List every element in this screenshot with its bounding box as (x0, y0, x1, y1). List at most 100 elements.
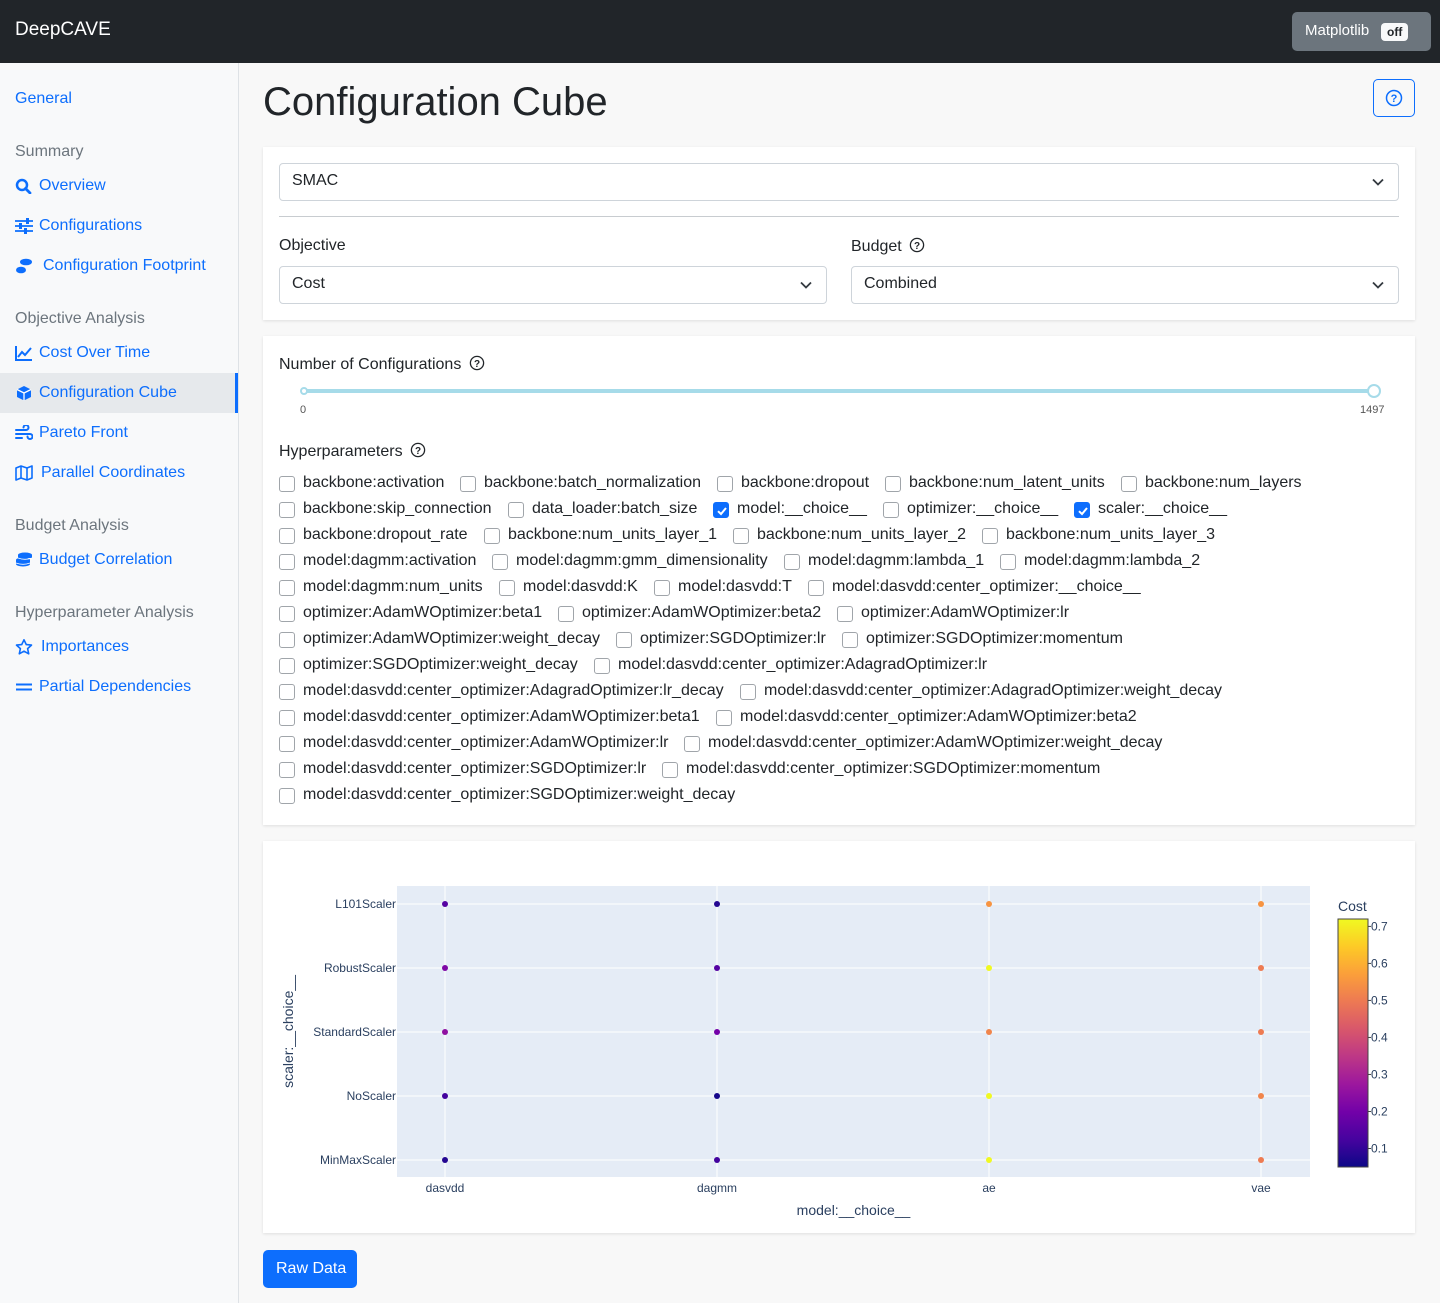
raw-data-button[interactable]: Raw Data (263, 1250, 357, 1288)
hyperparameter-checkbox[interactable]: optimizer:AdamWOptimizer:beta1 (279, 604, 542, 624)
checkbox-checked[interactable] (1074, 502, 1090, 518)
sidebar-item-parallel-coordinates[interactable]: Parallel Coordinates (0, 453, 238, 493)
checkbox-unchecked[interactable] (662, 762, 678, 778)
checkbox-unchecked[interactable] (684, 736, 700, 752)
hyperparameter-checkbox[interactable]: model:dasvdd:center_optimizer:SGDOptimiz… (279, 760, 646, 780)
checkbox-unchecked[interactable] (883, 502, 899, 518)
checkbox-unchecked[interactable] (279, 684, 295, 700)
checkbox-unchecked[interactable] (484, 528, 500, 544)
checkbox-unchecked[interactable] (279, 788, 295, 804)
checkbox-unchecked[interactable] (279, 476, 295, 492)
checkbox-unchecked[interactable] (842, 632, 858, 648)
hyperparameter-checkbox[interactable]: model:dasvdd:center_optimizer:AdagradOpt… (279, 682, 724, 702)
hyperparameter-checkbox[interactable]: model:dagmm:lambda_1 (784, 552, 984, 572)
hyperparameter-checkbox[interactable]: optimizer:AdamWOptimizer:weight_decay (279, 630, 600, 650)
sidebar-item-configurations[interactable]: Configurations (0, 206, 238, 246)
hyperparameter-checkbox[interactable]: backbone:dropout_rate (279, 526, 468, 546)
help-button[interactable]: ? (1373, 79, 1415, 117)
checkbox-unchecked[interactable] (492, 554, 508, 570)
sidebar-item-pareto-front[interactable]: Pareto Front (0, 413, 238, 453)
hyperparameter-checkbox[interactable]: model:dagmm:num_units (279, 578, 483, 598)
checkbox-unchecked[interactable] (808, 580, 824, 596)
sidebar-item-overview[interactable]: Overview (0, 166, 238, 206)
checkbox-unchecked[interactable] (885, 476, 901, 492)
checkbox-unchecked[interactable] (654, 580, 670, 596)
hyperparameter-checkbox[interactable]: backbone:batch_normalization (460, 474, 701, 494)
hyperparameter-checkbox[interactable]: model:dasvdd:center_optimizer:__choice__ (808, 578, 1141, 598)
objective-select[interactable]: Cost (279, 266, 827, 304)
question-circle-icon[interactable]: ? (469, 355, 485, 371)
hyperparameter-checkbox[interactable]: optimizer:AdamWOptimizer:lr (837, 604, 1069, 624)
question-circle-icon[interactable]: ? (410, 442, 426, 458)
hyperparameter-checkbox[interactable]: backbone:num_units_layer_3 (982, 526, 1215, 546)
checkbox-unchecked[interactable] (499, 580, 515, 596)
checkbox-unchecked[interactable] (1000, 554, 1016, 570)
n-configs-slider-handle[interactable] (1367, 384, 1381, 398)
checkbox-checked[interactable] (713, 502, 729, 518)
hyperparameter-checkbox[interactable]: model:dasvdd:center_optimizer:AdamWOptim… (684, 734, 1162, 754)
hyperparameter-checkbox[interactable]: optimizer:AdamWOptimizer:beta2 (558, 604, 821, 624)
sidebar-item-configuration-cube[interactable]: Configuration Cube (0, 373, 238, 413)
checkbox-unchecked[interactable] (279, 580, 295, 596)
checkbox-unchecked[interactable] (279, 554, 295, 570)
hyperparameter-checkbox[interactable]: model:dasvdd:center_optimizer:AdamWOptim… (716, 708, 1137, 728)
question-circle-icon[interactable]: ? (909, 237, 925, 253)
checkbox-unchecked[interactable] (740, 684, 756, 700)
checkbox-unchecked[interactable] (1121, 476, 1137, 492)
checkbox-unchecked[interactable] (279, 632, 295, 648)
checkbox-unchecked[interactable] (784, 554, 800, 570)
hyperparameter-checkbox[interactable]: scaler:__choice__ (1074, 500, 1227, 520)
budget-select[interactable]: Combined (851, 266, 1399, 304)
hyperparameter-checkbox[interactable]: backbone:num_units_layer_1 (484, 526, 717, 546)
hyperparameter-checkbox[interactable]: model:dagmm:activation (279, 552, 476, 572)
hyperparameter-checkbox[interactable]: model:dasvdd:center_optimizer:SGDOptimiz… (279, 786, 735, 806)
hyperparameter-checkbox[interactable]: optimizer:SGDOptimizer:lr (616, 630, 826, 650)
checkbox-unchecked[interactable] (716, 710, 732, 726)
checkbox-unchecked[interactable] (279, 528, 295, 544)
sidebar-item-cost-over-time[interactable]: Cost Over Time (0, 333, 238, 373)
checkbox-unchecked[interactable] (279, 736, 295, 752)
checkbox-unchecked[interactable] (837, 606, 853, 622)
hyperparameter-checkbox[interactable]: model:dasvdd:center_optimizer:AdagradOpt… (594, 656, 987, 676)
sidebar-item-general[interactable]: General (15, 90, 72, 108)
checkbox-unchecked[interactable] (616, 632, 632, 648)
checkbox-unchecked[interactable] (279, 502, 295, 518)
sidebar-item-budget-correlation[interactable]: Budget Correlation (0, 540, 238, 580)
checkbox-unchecked[interactable] (733, 528, 749, 544)
checkbox-unchecked[interactable] (460, 476, 476, 492)
sidebar-item-partial-dependencies[interactable]: Partial Dependencies (0, 667, 238, 707)
checkbox-unchecked[interactable] (279, 606, 295, 622)
sidebar-item-configuration-footprint[interactable]: Configuration Footprint (0, 246, 238, 286)
hyperparameter-checkbox[interactable]: optimizer:__choice__ (883, 500, 1058, 520)
hyperparameter-checkbox[interactable]: model:dasvdd:center_optimizer:AdagradOpt… (740, 682, 1222, 702)
checkbox-unchecked[interactable] (279, 658, 295, 674)
hyperparameter-checkbox[interactable]: model:dasvdd:center_optimizer:AdamWOptim… (279, 734, 668, 754)
checkbox-unchecked[interactable] (594, 658, 610, 674)
hyperparameter-checkbox[interactable]: backbone:num_latent_units (885, 474, 1105, 494)
checkbox-unchecked[interactable] (279, 762, 295, 778)
hyperparameter-checkbox[interactable]: backbone:dropout (717, 474, 869, 494)
hyperparameter-checkbox[interactable]: data_loader:batch_size (508, 500, 697, 520)
app-brand[interactable]: DeepCAVE (15, 19, 111, 41)
hyperparameter-checkbox[interactable]: model:dasvdd:K (499, 578, 638, 598)
hyperparameter-checkbox[interactable]: model:dagmm:gmm_dimensionality (492, 552, 768, 572)
hyperparameter-checkbox[interactable]: optimizer:SGDOptimizer:weight_decay (279, 656, 578, 676)
n-configs-slider-track[interactable] (304, 389, 1374, 393)
hyperparameter-checkbox[interactable]: model:dasvdd:T (654, 578, 792, 598)
hyperparameter-checkbox[interactable]: backbone:num_layers (1121, 474, 1302, 494)
hyperparameter-checkbox[interactable]: backbone:activation (279, 474, 444, 494)
checkbox-unchecked[interactable] (279, 710, 295, 726)
hyperparameter-checkbox[interactable]: backbone:num_units_layer_2 (733, 526, 966, 546)
hyperparameter-checkbox[interactable]: model:dagmm:lambda_2 (1000, 552, 1200, 572)
checkbox-unchecked[interactable] (717, 476, 733, 492)
hyperparameter-checkbox[interactable]: backbone:skip_connection (279, 500, 492, 520)
sidebar-item-importances[interactable]: Importances (0, 627, 238, 667)
checkbox-unchecked[interactable] (558, 606, 574, 622)
run-select[interactable]: SMAC (279, 163, 1399, 201)
hyperparameter-checkbox[interactable]: model:dasvdd:center_optimizer:SGDOptimiz… (662, 760, 1100, 780)
matplotlib-toggle-button[interactable]: Matplotlib off (1292, 12, 1431, 51)
hyperparameter-checkbox[interactable]: model:__choice__ (713, 500, 867, 520)
hyperparameter-checkbox[interactable]: model:dasvdd:center_optimizer:AdamWOptim… (279, 708, 700, 728)
checkbox-unchecked[interactable] (508, 502, 524, 518)
checkbox-unchecked[interactable] (982, 528, 998, 544)
